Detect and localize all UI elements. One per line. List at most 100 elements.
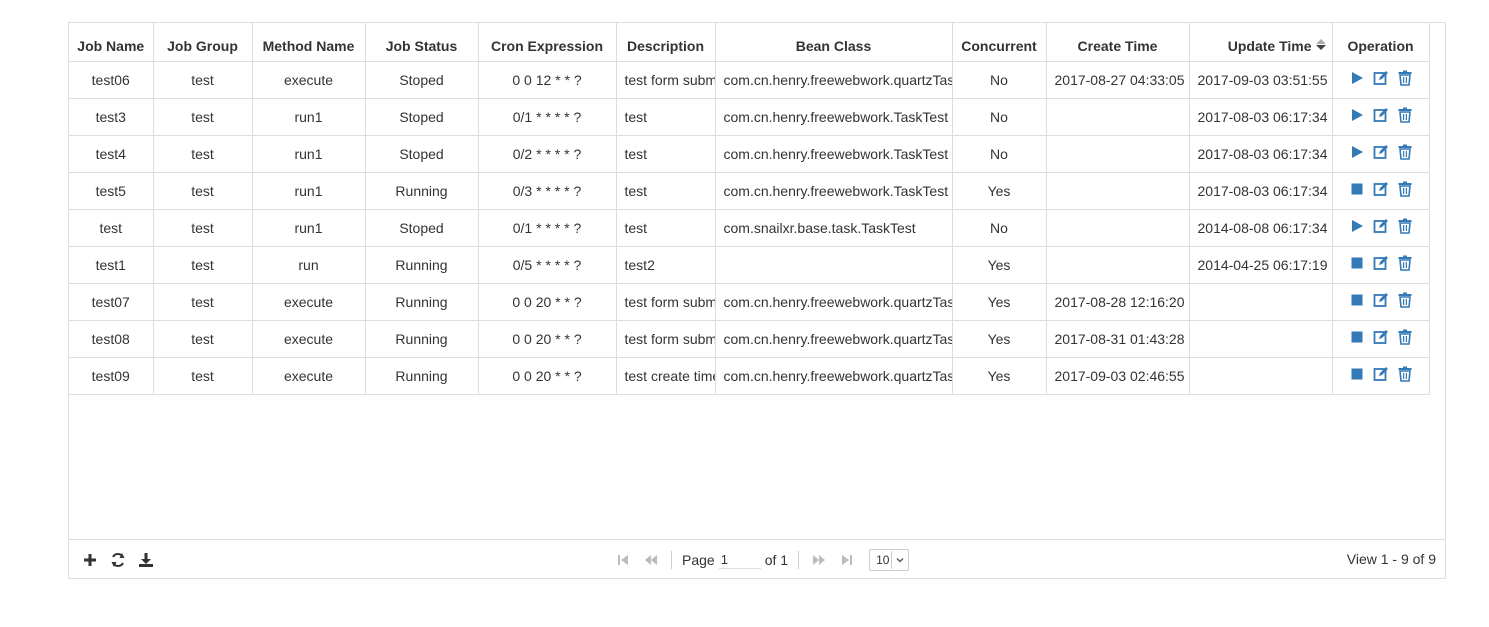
page-count: of 1	[764, 552, 789, 568]
cell-update-time: 2017-08-03 06:17:34	[1188, 171, 1333, 210]
cell-job-group: test	[152, 208, 253, 247]
cell-bean-class	[714, 245, 953, 284]
cell-description: test create time	[615, 356, 716, 395]
edit-icon[interactable]	[1373, 218, 1389, 234]
toolbar	[81, 551, 155, 569]
trash-icon[interactable]	[1397, 366, 1413, 382]
edit-icon[interactable]	[1373, 181, 1389, 197]
cell-description: test2	[615, 245, 716, 284]
play-icon[interactable]	[1349, 218, 1365, 234]
page-input[interactable]	[718, 551, 761, 569]
first-page-icon[interactable]	[615, 552, 631, 568]
edit-icon[interactable]	[1373, 70, 1389, 86]
cell-description: test form submit	[615, 319, 716, 358]
trash-icon[interactable]	[1397, 70, 1413, 86]
cell-cron-expression: 0 0 20 * * ?	[477, 282, 617, 321]
cell-create-time	[1045, 245, 1190, 284]
play-icon[interactable]	[1349, 70, 1365, 86]
trash-icon[interactable]	[1397, 181, 1413, 197]
edit-icon[interactable]	[1373, 144, 1389, 160]
table-row[interactable]: test1 test run Running 0/5 * * * * ? test2 Yes…	[69, 245, 1430, 284]
rows-per-page-select[interactable]: 10	[869, 549, 910, 571]
cell-job-name: test08	[69, 319, 154, 358]
cell-method-name: execute	[251, 356, 366, 395]
cell-job-name: test09	[69, 356, 154, 395]
cell-job-name: test	[69, 208, 154, 247]
pager-divider	[671, 551, 672, 569]
cell-bean-class: com.cn.henry.freewebwork.quartzTask	[714, 319, 953, 358]
table-row[interactable]: test07 test execute Running 0 0 20 * * ? test…	[69, 282, 1430, 321]
stop-icon[interactable]	[1349, 181, 1365, 197]
edit-icon[interactable]	[1373, 366, 1389, 382]
cell-concurrent: Yes	[951, 282, 1047, 321]
cell-method-name: run1	[251, 208, 366, 247]
col-method-name[interactable]: Method Name	[251, 23, 366, 62]
col-update-time[interactable]: Update Time	[1188, 23, 1333, 62]
cell-bean-class: com.cn.henry.freewebwork.quartzTask	[714, 60, 953, 99]
table-row[interactable]: test06 test execute Stoped 0 0 12 * * ? test …	[69, 60, 1430, 99]
next-page-icon[interactable]	[811, 552, 827, 568]
sort-icon[interactable]	[1315, 39, 1326, 51]
cell-update-time	[1188, 319, 1333, 358]
edit-icon[interactable]	[1373, 329, 1389, 345]
cell-job-status: Running	[364, 356, 479, 395]
trash-icon[interactable]	[1397, 255, 1413, 271]
download-icon[interactable]	[137, 551, 155, 569]
play-icon[interactable]	[1349, 107, 1365, 123]
col-job-group[interactable]: Job Group	[152, 23, 253, 62]
trash-icon[interactable]	[1397, 144, 1413, 160]
col-job-name[interactable]: Job Name	[69, 23, 154, 62]
refresh-icon[interactable]	[109, 551, 127, 569]
cell-description: test	[615, 208, 716, 247]
cell-job-status: Stoped	[364, 134, 479, 173]
table-row[interactable]: test5 test run1 Running 0/3 * * * * ? test com…	[69, 171, 1430, 210]
edit-icon[interactable]	[1373, 255, 1389, 271]
job-table: Job Name Job Group Method Name Job Statu…	[69, 23, 1430, 395]
cell-bean-class: com.snailxr.base.task.TaskTest	[714, 208, 953, 247]
cell-cron-expression: 0/5 * * * * ?	[477, 245, 617, 284]
table-row[interactable]: test4 test run1 Stoped 0/2 * * * * ? test com.…	[69, 134, 1430, 173]
cell-cron-expression: 0/2 * * * * ?	[477, 134, 617, 173]
trash-icon[interactable]	[1397, 292, 1413, 308]
header-row: Job Name Job Group Method Name Job Statu…	[69, 23, 1430, 62]
stop-icon[interactable]	[1349, 255, 1365, 271]
table-row[interactable]: test test run1 Stoped 0/1 * * * * ? test com.s…	[69, 208, 1430, 247]
rows-per-page-value: 10	[876, 553, 890, 567]
cell-operation	[1331, 319, 1430, 358]
play-icon[interactable]	[1349, 144, 1365, 160]
table-row[interactable]: test3 test run1 Stoped 0/1 * * * * ? test com.…	[69, 97, 1430, 136]
cell-operation	[1331, 60, 1430, 99]
table-row[interactable]: test09 test execute Running 0 0 20 * * ? test…	[69, 356, 1430, 395]
edit-icon[interactable]	[1373, 107, 1389, 123]
trash-icon[interactable]	[1397, 218, 1413, 234]
cell-cron-expression: 0 0 20 * * ?	[477, 356, 617, 395]
col-concurrent[interactable]: Concurrent	[951, 23, 1047, 62]
col-create-time[interactable]: Create Time	[1045, 23, 1190, 62]
cell-bean-class: com.cn.henry.freewebwork.TaskTest	[714, 171, 953, 210]
plus-icon[interactable]	[81, 551, 99, 569]
col-cron-expression[interactable]: Cron Expression	[477, 23, 617, 62]
col-description[interactable]: Description	[615, 23, 716, 62]
cell-method-name: execute	[251, 282, 366, 321]
edit-icon[interactable]	[1373, 292, 1389, 308]
trash-icon[interactable]	[1397, 329, 1413, 345]
prev-page-icon[interactable]	[643, 552, 659, 568]
col-job-status[interactable]: Job Status	[364, 23, 479, 62]
cell-cron-expression: 0/1 * * * * ?	[477, 208, 617, 247]
cell-job-status: Stoped	[364, 60, 479, 99]
cell-concurrent: Yes	[951, 319, 1047, 358]
stop-icon[interactable]	[1349, 329, 1365, 345]
cell-job-group: test	[152, 97, 253, 136]
trash-icon[interactable]	[1397, 107, 1413, 123]
table-row[interactable]: test08 test execute Running 0 0 20 * * ? test…	[69, 319, 1430, 358]
cell-operation	[1331, 171, 1430, 210]
cell-description: test form submit	[615, 60, 716, 99]
cell-method-name: run1	[251, 171, 366, 210]
cell-method-name: execute	[251, 319, 366, 358]
stop-icon[interactable]	[1349, 292, 1365, 308]
col-bean-class[interactable]: Bean Class	[714, 23, 953, 62]
cell-operation	[1331, 208, 1430, 247]
cell-concurrent: Yes	[951, 356, 1047, 395]
last-page-icon[interactable]	[839, 552, 855, 568]
stop-icon[interactable]	[1349, 366, 1365, 382]
